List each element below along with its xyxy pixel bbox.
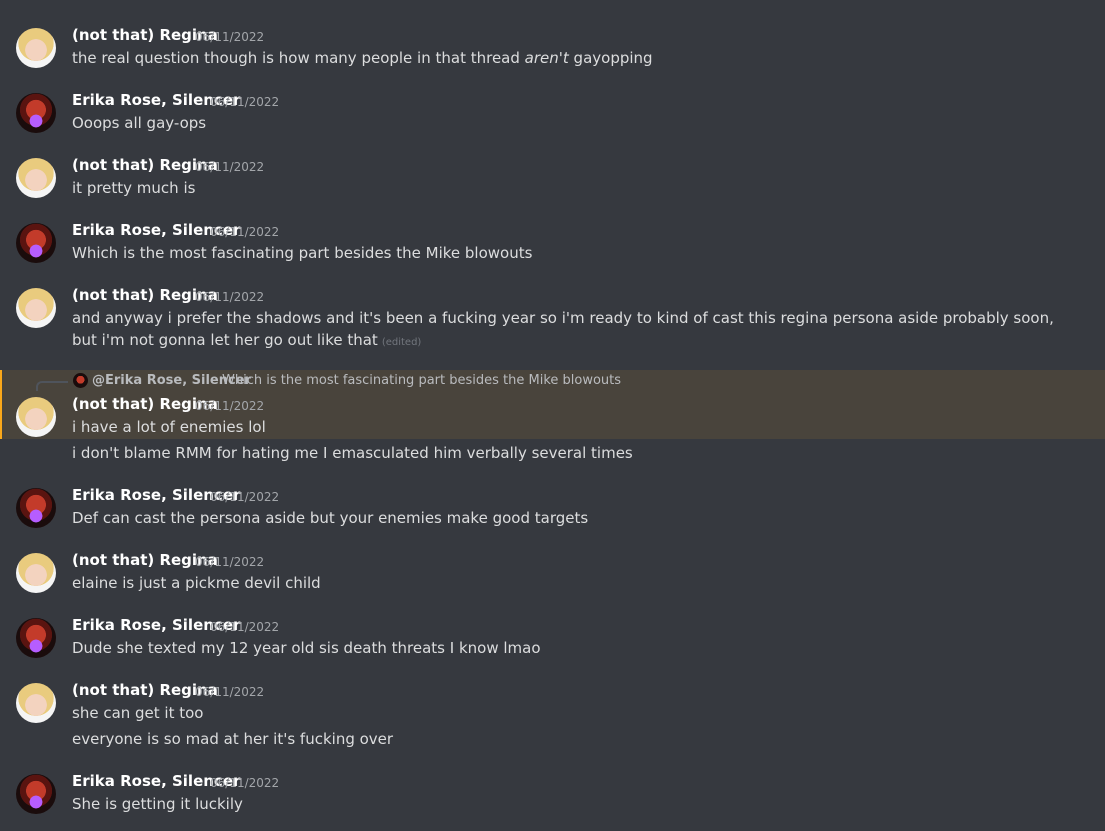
- message-text: and anyway i prefer the shadows and it's…: [72, 307, 1082, 354]
- message-text: Ooops all gay-ops: [72, 114, 207, 132]
- message-text-italic: aren't: [524, 49, 569, 67]
- message-text: elaine is just a pickme devil child: [72, 574, 321, 592]
- avatar[interactable]: [16, 288, 56, 328]
- avatar[interactable]: [16, 158, 56, 198]
- timestamp: 06/11/2022: [195, 555, 265, 569]
- mention-highlight-bar: [0, 370, 2, 439]
- timestamp: 06/11/2022: [195, 399, 265, 413]
- avatar[interactable]: [16, 618, 56, 658]
- reply-preview[interactable]: Which is the most fascinating part besid…: [222, 373, 621, 388]
- timestamp: 06/11/2022: [210, 490, 280, 504]
- timestamp: 06/11/2022: [195, 160, 265, 174]
- message-text: the real question though is how many peo…: [72, 47, 653, 69]
- avatar[interactable]: [16, 553, 56, 593]
- message-text: it pretty much is: [72, 179, 196, 197]
- message-text-part: the real question though is how many peo…: [72, 49, 525, 67]
- avatar[interactable]: [16, 774, 56, 814]
- avatar[interactable]: [16, 488, 56, 528]
- timestamp: 06/11/2022: [195, 685, 265, 699]
- message-text-part: gayopping: [568, 49, 653, 67]
- message-text: i don't blame RMM for hating me I emascu…: [72, 444, 633, 462]
- timestamp: 06/11/2022: [210, 95, 280, 109]
- avatar[interactable]: [16, 397, 56, 437]
- avatar[interactable]: [16, 93, 56, 133]
- message-text: She is getting it luckily: [72, 795, 243, 813]
- chat-messages: (not that) Regina 06/11/2022 the real qu…: [0, 0, 1105, 831]
- edited-label: (edited): [381, 337, 422, 348]
- avatar[interactable]: [16, 28, 56, 68]
- message-text: she can get it too: [72, 704, 204, 722]
- timestamp: 06/11/2022: [195, 290, 265, 304]
- reply-spine: [36, 381, 68, 391]
- message-text-part: and anyway i prefer the shadows and it's…: [72, 309, 1054, 349]
- timestamp: 06/11/2022: [210, 225, 280, 239]
- avatar[interactable]: [16, 683, 56, 723]
- top-edge: [0, 0, 1105, 8]
- message-text: i have a lot of enemies lol: [72, 418, 266, 436]
- timestamp: 06/11/2022: [210, 776, 280, 790]
- message-text: Which is the most fascinating part besid…: [72, 244, 533, 262]
- reply-avatar[interactable]: [73, 373, 88, 388]
- message-text: Dude she texted my 12 year old sis death…: [72, 639, 541, 657]
- message-text: everyone is so mad at her it's fucking o…: [72, 730, 394, 748]
- avatar[interactable]: [16, 223, 56, 263]
- timestamp: 06/11/2022: [210, 620, 280, 634]
- timestamp: 06/11/2022: [195, 30, 265, 44]
- message-text: Def can cast the persona aside but your …: [72, 509, 589, 527]
